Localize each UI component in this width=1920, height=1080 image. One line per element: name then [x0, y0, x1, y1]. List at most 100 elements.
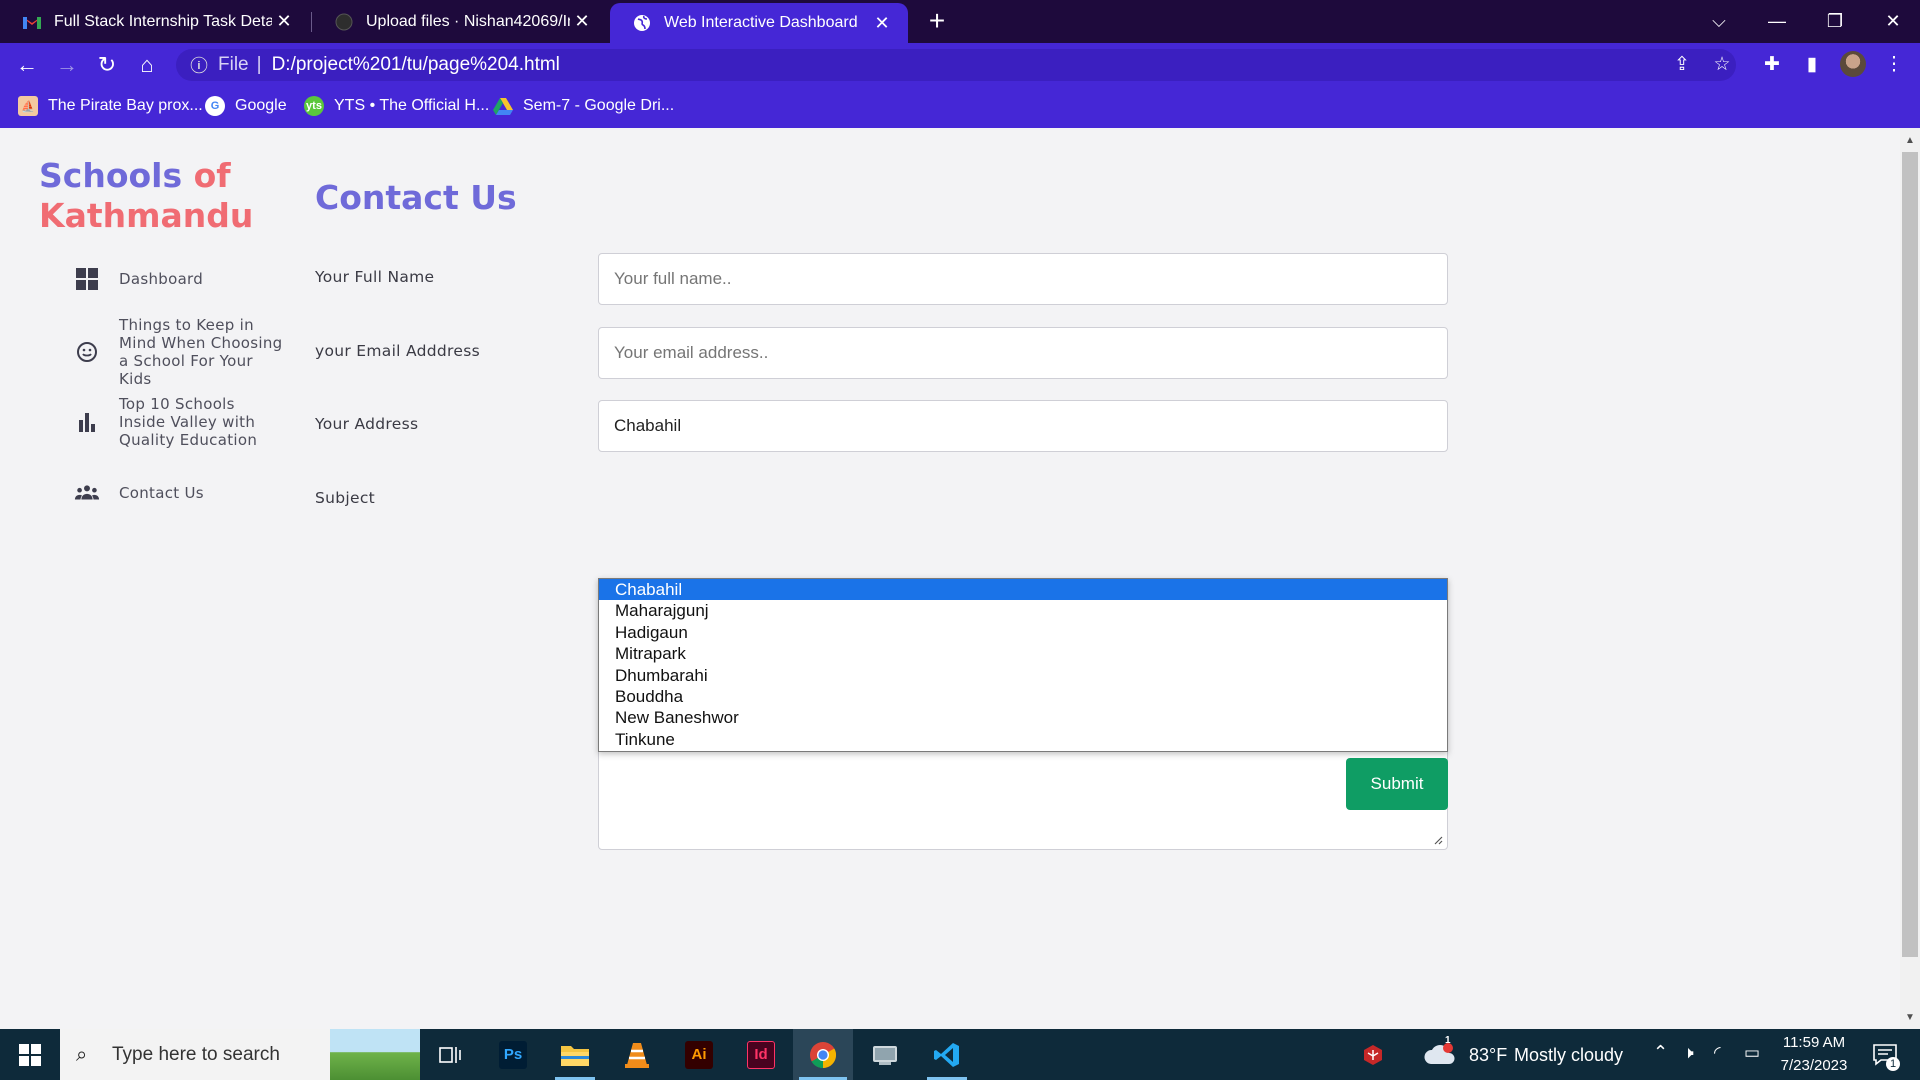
bookmark-pirate-bay[interactable]: ⛵ The Pirate Bay prox...: [18, 96, 203, 116]
sidebar-item-contact-us[interactable]: Contact Us: [74, 480, 204, 506]
address-option[interactable]: Dhumbarahi: [599, 665, 1447, 686]
grid-icon: [74, 266, 100, 292]
gmail-icon: [22, 12, 42, 32]
clock-time[interactable]: 11:59 AM: [1780, 1034, 1848, 1051]
weather-description[interactable]: Mostly cloudy: [1514, 1045, 1623, 1066]
github-icon: [334, 12, 354, 32]
notification-count-badge: 1: [1886, 1057, 1900, 1071]
weather-badge: 1: [1445, 1035, 1451, 1046]
minimize-button[interactable]: —: [1748, 0, 1806, 43]
search-highlight-illustration: [330, 1029, 420, 1080]
file-explorer-icon[interactable]: [545, 1029, 605, 1080]
wifi-icon[interactable]: ◜: [1714, 1043, 1721, 1063]
info-icon[interactable]: i: [190, 56, 208, 74]
tab-close-icon[interactable]: ✕: [870, 13, 894, 34]
tab-web-interactive-dashboard[interactable]: Web Interactive Dashboard ✕: [610, 3, 908, 43]
restore-button[interactable]: ❐: [1806, 0, 1864, 43]
side-panel-icon[interactable]: ▮: [1798, 51, 1826, 79]
smiley-icon: [74, 339, 100, 365]
extensions-icon[interactable]: ✚: [1758, 51, 1786, 79]
share-icon[interactable]: ⇪: [1668, 51, 1696, 79]
bookmark-google-drive[interactable]: Sem-7 - Google Dri...: [493, 96, 674, 116]
address-option[interactable]: New Baneshwor: [599, 707, 1447, 728]
address-selected-value: Chabahil: [614, 416, 682, 435]
tab-github[interactable]: Upload files · Nishan42069/Interactive ✕: [312, 0, 608, 43]
tab-search-chevron-icon[interactable]: ⌵: [1690, 0, 1748, 43]
bookmark-yts[interactable]: yts YTS • The Official H...: [304, 96, 489, 116]
full-name-label: Your Full Name: [315, 268, 435, 286]
sidebar-item-label: Top 10 Schools Inside Valley with Qualit…: [119, 395, 258, 449]
globe-icon: [632, 13, 652, 33]
bookmark-google[interactable]: G Google: [205, 96, 287, 116]
forward-arrow-icon[interactable]: →: [53, 51, 81, 79]
weather-temperature[interactable]: 83°F: [1469, 1045, 1507, 1066]
speaker-muted-icon[interactable]: 🕨: [1683, 1043, 1694, 1063]
address-option[interactable]: Tinkune: [599, 729, 1447, 750]
battery-icon[interactable]: ▭: [1744, 1043, 1760, 1063]
illustrator-icon[interactable]: Ai: [669, 1029, 729, 1080]
home-icon[interactable]: ⌂: [133, 51, 161, 79]
sidebar-item-label: Dashboard: [119, 270, 204, 288]
scrollbar-thumb[interactable]: [1902, 152, 1918, 957]
address-option[interactable]: Bouddha: [599, 686, 1447, 707]
back-arrow-icon[interactable]: ←: [13, 51, 41, 79]
bookmark-star-icon[interactable]: ☆: [1708, 51, 1736, 79]
tab-gmail[interactable]: Full Stack Internship Task Details ✕: [0, 0, 310, 43]
indesign-icon[interactable]: Id: [731, 1029, 791, 1080]
sidebar-item-label: Contact Us: [119, 484, 204, 502]
address-option[interactable]: Chabahil: [599, 579, 1447, 601]
tab-close-icon[interactable]: ✕: [570, 11, 594, 32]
submit-button[interactable]: Submit: [1346, 758, 1448, 810]
close-window-button[interactable]: ✕: [1864, 0, 1920, 43]
email-label: your Email Adddress: [315, 342, 480, 360]
security-tray-icon[interactable]: [1343, 1029, 1403, 1080]
windows-taskbar: ⌕ Type here to search Ps Ai Id 1 83°F Mo…: [0, 1029, 1920, 1080]
sidebar-item-label: Things to Keep in Mind When Choosing a S…: [119, 316, 283, 388]
group-icon: [74, 480, 100, 506]
address-select[interactable]: Chabahil: [598, 400, 1448, 452]
address-scheme-label: File: [218, 54, 249, 75]
address-option[interactable]: Maharajgunj: [599, 600, 1447, 621]
menu-kebab-icon[interactable]: ⋮: [1880, 51, 1908, 79]
reload-icon[interactable]: ↻: [93, 51, 121, 79]
scroll-up-arrow-icon[interactable]: ▲: [1900, 132, 1920, 150]
new-tab-button[interactable]: +: [922, 6, 952, 36]
page-title: Contact Us: [315, 178, 517, 217]
bar-chart-icon: [74, 409, 100, 435]
profile-avatar[interactable]: [1840, 51, 1866, 77]
resize-handle-icon[interactable]: [1433, 835, 1443, 845]
brand-logo-text: Schools of Kathmandu: [39, 156, 254, 235]
google-icon: G: [205, 96, 225, 116]
notification-center-icon[interactable]: [1860, 1029, 1910, 1080]
bookmarks-bar: ⛵ The Pirate Bay prox... G Google yts YT…: [0, 86, 1920, 128]
photoshop-icon[interactable]: Ps: [483, 1029, 543, 1080]
browser-tab-strip: Full Stack Internship Task Details ✕ Upl…: [0, 0, 1920, 43]
clock-date[interactable]: 7/23/2023: [1774, 1057, 1854, 1074]
address-option[interactable]: Hadigaun: [599, 622, 1447, 643]
pirate-ship-icon: ⛵: [18, 96, 38, 116]
full-name-input[interactable]: Your full name..: [598, 253, 1448, 305]
chevron-up-icon[interactable]: ⌃: [1653, 1042, 1668, 1063]
network-app-icon[interactable]: [855, 1029, 915, 1080]
address-dropdown-list: Chabahil Maharajgunj Hadigaun Mitrapark …: [598, 578, 1448, 752]
subject-label: Subject: [315, 489, 376, 507]
sidebar-item-dashboard[interactable]: Dashboard: [74, 266, 203, 292]
taskbar-search-box[interactable]: ⌕ Type here to search: [60, 1029, 420, 1080]
tab-close-icon[interactable]: ✕: [272, 11, 296, 32]
task-view-icon[interactable]: [420, 1029, 480, 1080]
address-option[interactable]: Mitrapark: [599, 643, 1447, 664]
page-viewport: Schools of Kathmandu Dashboard Things to…: [0, 128, 1900, 1029]
email-input[interactable]: Your email address..: [598, 327, 1448, 379]
chrome-icon[interactable]: [793, 1029, 853, 1080]
vlc-icon[interactable]: [607, 1029, 667, 1080]
weather-cloud-icon[interactable]: [1420, 1029, 1460, 1080]
windows-start-icon[interactable]: [0, 1029, 60, 1080]
scroll-down-arrow-icon[interactable]: ▼: [1900, 1009, 1920, 1027]
google-drive-icon: [493, 96, 513, 116]
address-bar[interactable]: i File | D:/project%201/tu/page%204.html: [176, 49, 1736, 81]
address-url[interactable]: D:/project%201/tu/page%204.html: [272, 54, 560, 76]
sidebar-item-things-to-keep-in-mind[interactable]: Things to Keep in Mind When Choosing a S…: [74, 316, 289, 388]
sidebar-item-top-10-schools[interactable]: Top 10 Schools Inside Valley with Qualit…: [74, 395, 279, 449]
vscode-icon[interactable]: [917, 1029, 977, 1080]
address-label: Your Address: [315, 415, 419, 433]
